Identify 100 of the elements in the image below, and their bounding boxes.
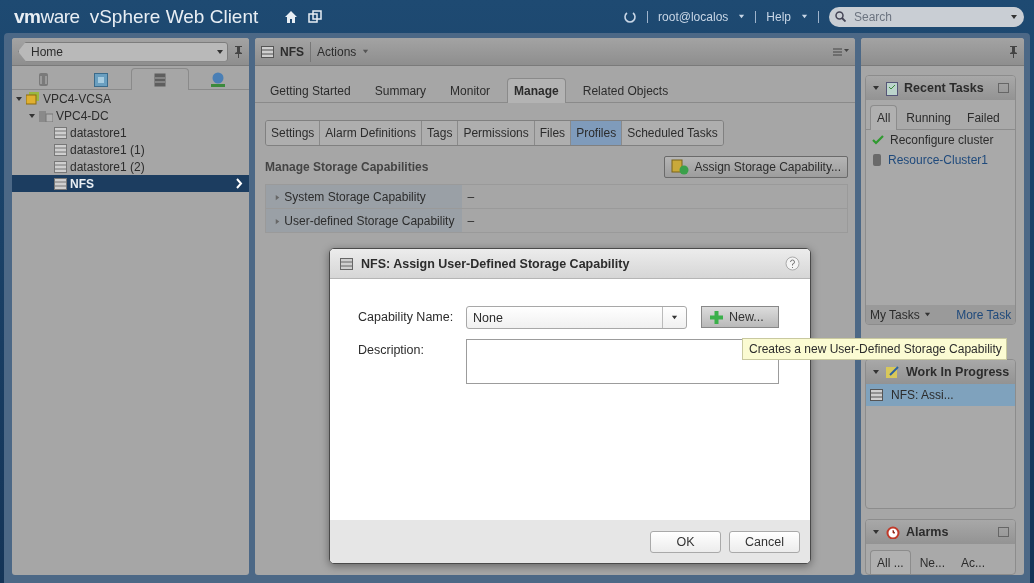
tree-item[interactable]: datastore1 (1) [12,141,249,158]
plus-icon [710,310,723,324]
property-name[interactable]: User-defined Storage Capability [265,208,462,233]
field-label: Capability Name: [358,309,455,326]
sub-tab[interactable]: Tags [421,121,458,145]
datastore-icon [54,143,67,156]
restore-icon[interactable] [998,527,1010,537]
tab[interactable]: Related Objects [575,78,676,103]
sub-tab[interactable]: Files [533,121,571,145]
pin-icon[interactable] [1009,45,1018,58]
assign-capability-button[interactable]: Assign Storage Capability... [664,156,848,178]
dropdown-caret-icon [923,311,931,318]
product-title: vSphere Web Client [89,5,259,28]
property-name[interactable]: System Storage Capability [265,184,462,209]
dialog-button[interactable]: OK [650,530,721,553]
property-value: – [461,184,848,209]
tree-item[interactable]: VPC4-DC [12,107,249,124]
vcenter-icon [26,92,40,105]
globe-icon [209,72,226,87]
datastore-icon [340,257,353,270]
tab[interactable]: Running [899,105,959,130]
dialog-title: NFS: Assign User-Defined Storage Capability [361,256,631,271]
tree-item[interactable]: VPC4-VCSA [12,90,249,107]
edit-icon [886,365,900,379]
collapse-caret-icon [872,368,880,376]
tab[interactable]: Monitor [443,78,498,103]
search-input[interactable]: Search [852,8,1004,25]
chevron-icon [236,178,243,189]
dropdown-caret-icon [216,47,224,56]
tooltip: Creates a new User-Defined Storage Capability [742,338,1007,360]
search-box[interactable]: Search [829,6,1024,27]
capability-select[interactable]: None [466,306,687,329]
dropdown-caret-icon [362,48,370,55]
tree-item[interactable]: datastore1 (2) [12,158,249,175]
tree-item[interactable]: NFS [12,175,249,192]
server-icon [37,72,49,87]
field-label: Description: [358,342,425,359]
dropdown-caret-icon [1010,12,1018,21]
card-title: Recent Tasks [904,81,984,95]
tab[interactable]: Ne... [912,550,952,574]
tab[interactable]: All [870,105,898,130]
expand-caret-icon [274,217,281,225]
datastore-icon [54,126,67,139]
datastore-icon [153,72,166,87]
clipboard-icon [886,80,898,96]
tab[interactable]: All ... [870,550,911,574]
restore-icon[interactable] [998,83,1010,93]
vm-icon [94,72,109,87]
more-tasks-link[interactable]: More Task [956,307,1012,322]
help-icon[interactable] [785,256,800,271]
work-item[interactable]: NFS: Assi... [866,384,1016,406]
help-menu[interactable]: Help [766,9,791,24]
collapse-caret-icon [872,84,880,92]
sub-tab[interactable]: Permissions [457,121,534,145]
card-title: Work In Progress [906,365,1010,379]
home-icon[interactable] [284,9,299,24]
expanded-caret-icon[interactable] [28,111,36,120]
object-title: NFS [280,44,304,59]
dialog-button[interactable]: Cancel [729,530,800,553]
sub-tab[interactable]: Profiles [570,121,622,145]
tree-item[interactable]: datastore1 [12,124,249,141]
collapse-caret-icon [872,528,880,536]
list-menu-icon[interactable] [833,46,849,57]
assign-icon [671,159,690,175]
new-button[interactable]: New... [701,306,779,328]
vmware-logo: vmware [14,5,80,28]
pin-icon[interactable] [234,45,243,58]
dropdown-caret-icon [738,13,746,20]
dropdown-caret-icon [671,314,678,321]
building-icon [39,109,53,122]
sub-tab[interactable]: Alarm Definitions [319,121,422,145]
location-selector[interactable]: Home [18,41,228,62]
server-icon [872,154,882,166]
expanded-caret-icon[interactable] [15,94,23,103]
tab[interactable]: Ac... [954,550,993,574]
tab[interactable]: Summary [367,78,434,103]
alarm-clock-icon [886,525,900,539]
refresh-icon[interactable] [623,9,638,24]
my-tasks-menu[interactable]: My Tasks [870,307,920,322]
datastore-icon [870,389,883,401]
check-icon [872,135,884,145]
sub-tab[interactable]: Scheduled Tasks [621,121,723,145]
property-value: – [461,208,848,233]
sub-tab[interactable]: Settings [266,121,320,145]
actions-menu[interactable]: Actions [317,44,357,59]
datastore-icon [261,45,274,58]
task-link[interactable]: Resource-Cluster1 [866,150,1016,170]
expand-caret-icon [274,193,281,201]
task-item[interactable]: Reconfigure cluster [866,130,1016,150]
tab[interactable]: Manage [507,78,566,103]
search-icon [835,11,846,22]
tab[interactable]: Failed [960,105,1007,130]
card-title: Alarms [906,525,949,539]
section-title: Manage Storage Capabilities [265,160,429,174]
dropdown-caret-icon [801,13,808,20]
window-icon[interactable] [308,9,323,24]
navigator-tab[interactable] [130,68,189,90]
tab[interactable]: Getting Started [263,78,358,103]
datastore-icon [54,177,67,190]
user-menu[interactable]: root@localos [658,9,729,24]
